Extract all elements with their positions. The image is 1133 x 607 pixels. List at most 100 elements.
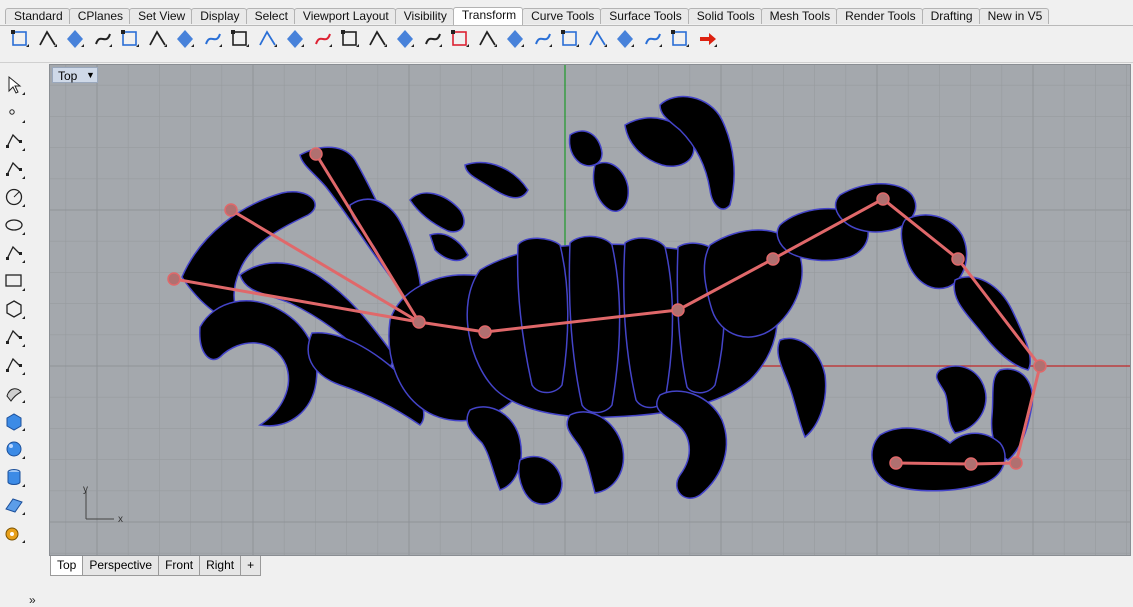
tab-render-tools[interactable]: Render Tools xyxy=(836,8,923,24)
tab-display[interactable]: Display xyxy=(191,8,247,24)
surface-edit-icon[interactable] xyxy=(229,28,251,50)
viewport-tab-right[interactable]: Right xyxy=(199,556,242,576)
joint-2[interactable] xyxy=(224,203,238,217)
box-icon[interactable] xyxy=(119,28,141,50)
fillet-curve-icon[interactable] xyxy=(3,326,25,348)
joint-13[interactable] xyxy=(889,456,903,470)
feeler-a[interactable] xyxy=(464,161,529,199)
tail-segment-3[interactable] xyxy=(900,214,968,290)
mirror-icon[interactable] xyxy=(147,28,169,50)
left-toolbar: » xyxy=(0,66,46,607)
extend-icon[interactable] xyxy=(257,28,279,50)
joint-6[interactable] xyxy=(671,303,685,317)
gumball-icon[interactable] xyxy=(312,28,334,50)
scale-icon[interactable] xyxy=(202,28,224,50)
solid-box-icon[interactable] xyxy=(3,410,25,432)
viewport-tab-perspective[interactable]: Perspective xyxy=(82,556,160,576)
tab-surface-tools[interactable]: Surface Tools xyxy=(600,8,689,24)
viewport-tab-front[interactable]: Front xyxy=(158,556,201,576)
viewport-menu-arrow-icon[interactable]: ▼ xyxy=(86,67,95,83)
tab-select[interactable]: Select xyxy=(245,8,295,24)
joint-8[interactable] xyxy=(876,192,890,206)
arm-segment-b[interactable] xyxy=(409,192,465,233)
tab-mesh-tools[interactable]: Mesh Tools xyxy=(760,8,838,24)
ellipse-icon[interactable] xyxy=(3,214,25,236)
tab-curve-tools[interactable]: Curve Tools xyxy=(522,8,602,24)
joint-11[interactable] xyxy=(1009,456,1023,470)
polyline-icon[interactable] xyxy=(3,130,25,152)
joint-3[interactable] xyxy=(167,272,181,286)
viewport-tab-top[interactable]: Top xyxy=(50,556,84,576)
leg-lower-2[interactable] xyxy=(656,390,728,499)
tab-visibility[interactable]: Visibility xyxy=(394,8,454,24)
distribute-icon[interactable] xyxy=(422,28,444,50)
diamond-icon[interactable] xyxy=(174,28,196,50)
viewport-canvas[interactable]: y x xyxy=(50,65,1130,555)
bone-k[interactable] xyxy=(970,461,1017,466)
tab-standard[interactable]: Standard xyxy=(5,8,70,24)
scorpion-drawing xyxy=(181,95,1034,505)
circle-icon[interactable] xyxy=(3,186,25,208)
mesh-icon[interactable] xyxy=(3,494,25,516)
tab-drafting[interactable]: Drafting xyxy=(921,8,980,24)
add-viewport-tab-button[interactable]: + xyxy=(240,556,262,576)
polar-array-icon[interactable] xyxy=(367,28,389,50)
wave-icon[interactable] xyxy=(614,28,636,50)
tab-set-view[interactable]: Set View xyxy=(129,8,193,24)
tab-transform[interactable]: Transform xyxy=(452,7,524,25)
curve-edit-icon[interactable] xyxy=(37,28,59,50)
viewport-top[interactable]: y x Top ▼ xyxy=(49,64,1131,556)
more-tools-button[interactable]: » xyxy=(29,593,36,607)
joint-4[interactable] xyxy=(412,315,426,329)
leg-right-3[interactable] xyxy=(568,130,603,167)
flow-icon[interactable] xyxy=(587,28,609,50)
move-icon[interactable] xyxy=(92,28,114,50)
control-points-icon[interactable] xyxy=(64,28,86,50)
grid-array-icon[interactable] xyxy=(339,28,361,50)
curve-from-object-icon[interactable] xyxy=(3,354,25,376)
leg-right-4[interactable] xyxy=(592,161,629,212)
tab-new-in-v5[interactable]: New in V5 xyxy=(978,8,1050,24)
taper-icon[interactable] xyxy=(532,28,554,50)
arrow-right-icon[interactable] xyxy=(697,28,719,50)
point-icon[interactable] xyxy=(3,102,25,124)
curve-icon[interactable] xyxy=(3,158,25,180)
cage-edit-icon[interactable] xyxy=(669,28,691,50)
leg-lower-5[interactable] xyxy=(518,455,563,505)
joint-5[interactable] xyxy=(478,325,492,339)
tab-solid-tools[interactable]: Solid Tools xyxy=(687,8,762,24)
bone-l[interactable] xyxy=(895,461,972,466)
joint-9[interactable] xyxy=(951,252,965,266)
joint-12[interactable] xyxy=(964,457,978,471)
joint-10[interactable] xyxy=(1033,359,1047,373)
tab-viewport-layout[interactable]: Viewport Layout xyxy=(293,8,396,24)
tail-segment-4[interactable] xyxy=(953,276,1032,371)
polygon-icon[interactable] xyxy=(3,298,25,320)
stack-icon[interactable] xyxy=(449,28,471,50)
tab-cplanes[interactable]: CPlanes xyxy=(68,8,131,24)
claw-lower[interactable] xyxy=(199,300,318,427)
world-axes-icon: y x xyxy=(83,484,123,525)
gear-settings-icon[interactable] xyxy=(3,522,25,544)
joint-7[interactable] xyxy=(766,252,780,266)
sphere-icon[interactable] xyxy=(3,438,25,460)
arc-icon[interactable] xyxy=(3,242,25,264)
align-icon[interactable] xyxy=(394,28,416,50)
cage-icon[interactable] xyxy=(642,28,664,50)
rectangle-icon[interactable] xyxy=(3,270,25,292)
surface-icon[interactable] xyxy=(3,382,25,404)
leg-lower-4[interactable] xyxy=(466,406,522,491)
bracket-icon[interactable] xyxy=(477,28,499,50)
select-arrow-icon[interactable] xyxy=(3,74,25,96)
cylinder-icon[interactable] xyxy=(3,466,25,488)
leg-lower-3[interactable] xyxy=(566,411,625,494)
feeler-b[interactable] xyxy=(429,233,469,262)
stinger-curl[interactable] xyxy=(935,365,987,434)
leg-lower-1[interactable] xyxy=(777,337,827,439)
point-edit-icon[interactable] xyxy=(9,28,31,50)
twist-icon[interactable] xyxy=(559,28,581,50)
bend-icon[interactable] xyxy=(504,28,526,50)
axis-y-label: y xyxy=(83,484,88,495)
joint-1[interactable] xyxy=(309,147,323,161)
plane-icon[interactable] xyxy=(284,28,306,50)
